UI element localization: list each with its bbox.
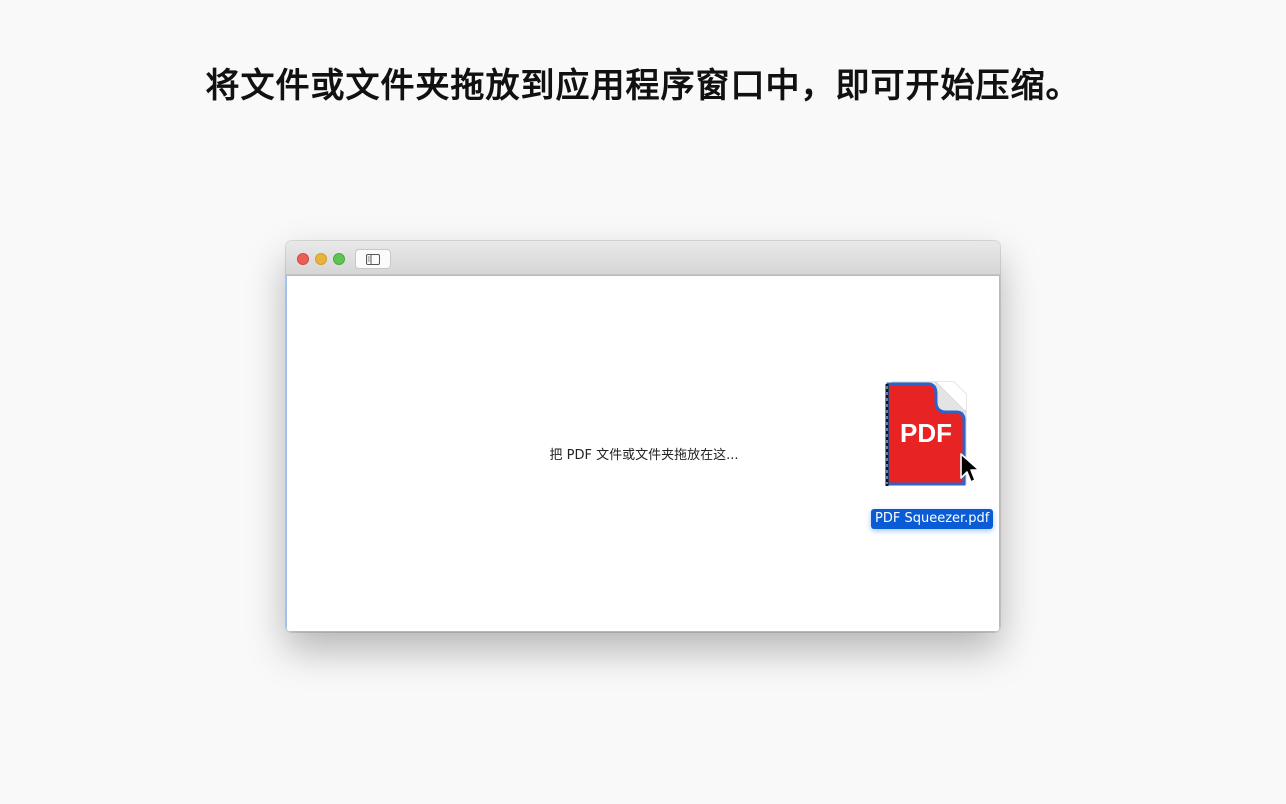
arrow-cursor-icon — [960, 453, 980, 483]
minimize-button[interactable] — [315, 253, 327, 265]
app-window: 把 PDF 文件或文件夹拖放在这... PDF PDF Squeezer.pdf — [286, 241, 1000, 632]
drop-zone[interactable]: 把 PDF 文件或文件夹拖放在这... PDF PDF Squeezer.pdf — [286, 275, 1000, 632]
close-button[interactable] — [297, 253, 309, 265]
dragged-file-name: PDF Squeezer.pdf — [871, 509, 994, 529]
zoom-button[interactable] — [333, 253, 345, 265]
sidebar-icon — [366, 253, 380, 265]
sidebar-toggle-button[interactable] — [355, 249, 391, 269]
pdf-file-icon[interactable]: PDF — [884, 380, 968, 490]
promo-page: 将文件或文件夹拖放到应用程序窗口中，即可开始压缩。 把 PDF 文件或文件夹拖放… — [0, 0, 1286, 804]
window-titlebar[interactable] — [286, 241, 1000, 275]
pdf-icon-label: PDF — [900, 418, 952, 448]
page-headline: 将文件或文件夹拖放到应用程序窗口中，即可开始压缩。 — [205, 66, 1081, 106]
